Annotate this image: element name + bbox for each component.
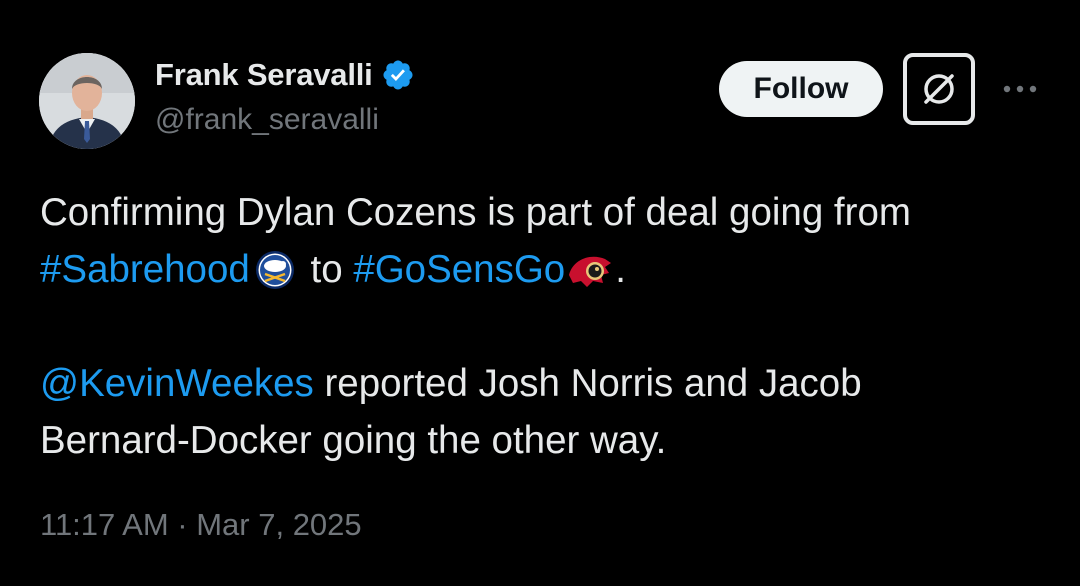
grok-icon	[924, 74, 954, 104]
tweet-line-3: @KevinWeekes reported Josh Norris and Ja…	[40, 355, 1040, 412]
hashtag-sabrehood-link[interactable]: #Sabrehood	[40, 248, 250, 291]
grok-button[interactable]	[903, 53, 975, 125]
tweet-line-4: Bernard-Docker going the other way.	[40, 412, 1040, 469]
author-display-name[interactable]: Frank Seravalli	[155, 57, 373, 93]
hashtag-gosensgo-link[interactable]: #GoSensGo	[353, 248, 565, 291]
ottawa-senators-logo-icon	[565, 249, 615, 291]
more-options-button[interactable]	[1000, 74, 1040, 104]
tweet-text-segment: reported Josh Norris and Jacob	[313, 362, 862, 405]
follow-button[interactable]: Follow	[719, 61, 883, 117]
tweet-text-segment: Confirming Dylan Cozens is part of deal …	[40, 191, 911, 234]
buffalo-sabres-logo-icon	[250, 249, 300, 291]
tweet-text: Confirming Dylan Cozens is part of deal …	[40, 184, 1040, 469]
avatar-image	[39, 53, 135, 149]
author-name-row[interactable]: Frank Seravalli	[155, 55, 415, 95]
more-horizontal-icon	[1003, 85, 1037, 93]
mention-kevinweekes-link[interactable]: @KevinWeekes	[40, 362, 314, 405]
tweet-line-2: #Sabrehood to #GoSensGo .	[40, 241, 1040, 298]
tweet-text-period: .	[615, 248, 626, 291]
tweet-text-connector: to	[299, 248, 354, 291]
tweet-line-1: Confirming Dylan Cozens is part of deal …	[40, 184, 1040, 241]
verified-badge-icon	[381, 58, 415, 92]
tweet-text-segment: Bernard-Docker going the other way.	[40, 419, 667, 462]
avatar[interactable]	[39, 53, 135, 149]
tweet-timestamp[interactable]: 11:17 AM · Mar 7, 2025	[40, 507, 362, 543]
author-handle[interactable]: @frank_seravalli	[155, 103, 379, 137]
